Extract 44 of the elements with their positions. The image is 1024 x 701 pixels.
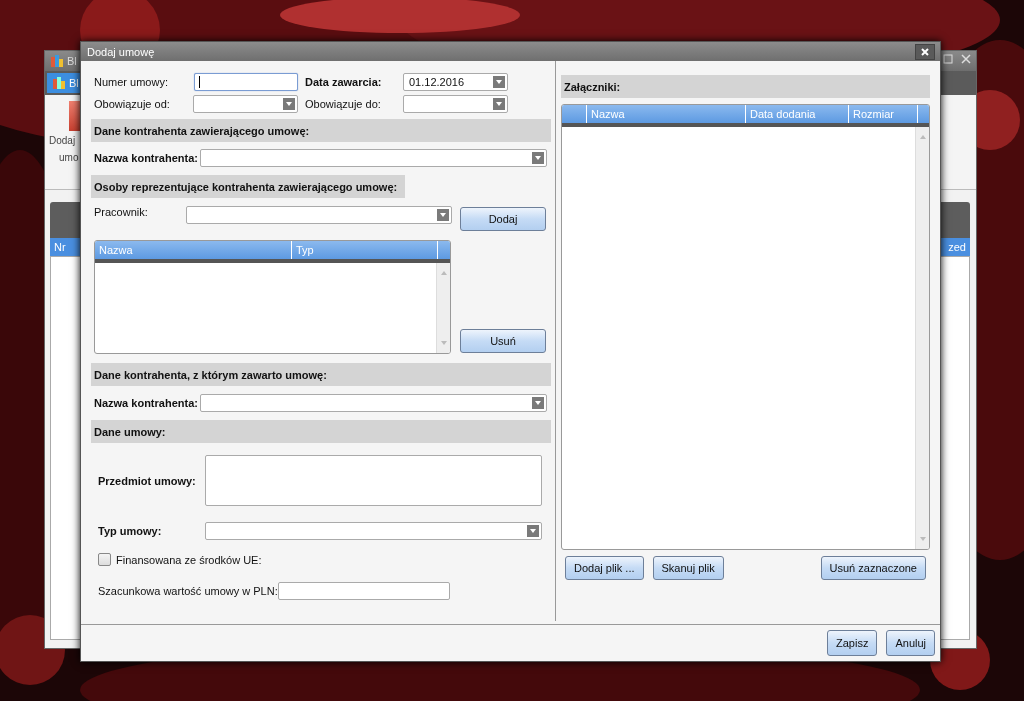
remove-button[interactable]: Usuń	[460, 329, 546, 353]
dropdown[interactable]	[205, 522, 542, 540]
footer-button[interactable]: Zapisz	[827, 630, 878, 656]
file-button[interactable]: Usuń zaznaczone	[820, 556, 926, 580]
field-label: Pracownik:	[94, 206, 149, 218]
footer-button[interactable]: Anuluj	[886, 630, 935, 656]
dropdown[interactable]	[403, 95, 508, 113]
window-title: Bl	[67, 55, 77, 67]
file-button[interactable]: Dodaj plik ...	[565, 556, 644, 580]
dialog-title: Dodaj umowę	[87, 45, 155, 58]
close-button[interactable]	[915, 43, 935, 60]
field-label: Numer umowy:	[94, 76, 169, 88]
checkbox-label: Finansowana ze środków UE:	[116, 553, 262, 566]
file-button[interactable]: Skanuj plik	[652, 556, 724, 580]
field-label: Szacunkowa wartość umowy w PLN:	[98, 585, 278, 597]
section-header: Załączniki:	[561, 75, 930, 98]
field-label: Nazwa kontrahenta:	[94, 152, 198, 164]
close-icon	[960, 53, 972, 65]
add-button[interactable]: Dodaj	[460, 207, 546, 231]
field-label: Obowiązuje od:	[94, 98, 171, 110]
scrollbar[interactable]	[915, 127, 929, 549]
dropdown[interactable]	[186, 206, 452, 224]
field-label: Typ umowy:	[98, 525, 163, 537]
scrollbar[interactable]	[436, 263, 450, 353]
section-header: Dane kontrahenta zawierającego umowę:	[91, 119, 551, 142]
text-field[interactable]	[194, 73, 298, 91]
field-label: Nazwa kontrahenta:	[94, 397, 198, 409]
dropdown[interactable]	[200, 394, 547, 412]
dropdown[interactable]	[193, 95, 298, 113]
close-icon	[919, 45, 931, 58]
section-header: Dane umowy:	[91, 420, 551, 443]
dropdown[interactable]	[200, 149, 547, 167]
app-icon	[53, 77, 65, 89]
field-label: Przedmiot umowy:	[98, 474, 197, 487]
dropdown[interactable]: 01.12.2016	[403, 73, 508, 91]
section-header: Dane kontrahenta, z którym zawarto umowę:	[91, 363, 551, 386]
section-header: Osoby reprezentujące kontrahenta zawierającego umowę:	[91, 175, 406, 198]
text-field[interactable]	[277, 582, 450, 600]
field-label: Data zawarcia:	[305, 76, 383, 88]
field-label: Obowiązuje do:	[305, 98, 382, 110]
app-icon	[51, 55, 63, 67]
checkbox[interactable]	[98, 553, 111, 566]
text-area[interactable]	[205, 455, 542, 506]
maximize-icon	[942, 53, 954, 65]
